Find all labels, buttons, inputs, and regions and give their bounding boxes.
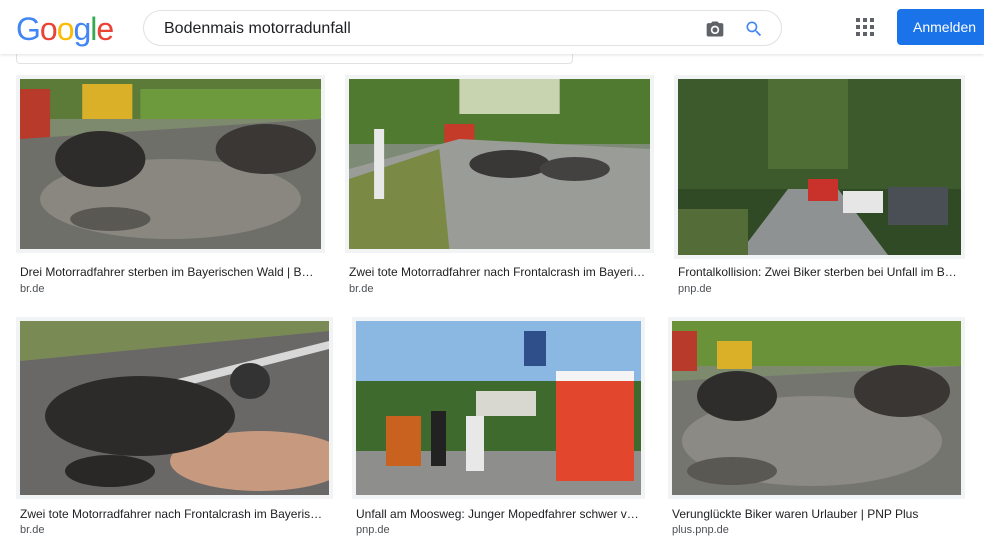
- logo-letter: o: [39, 11, 58, 47]
- result-title[interactable]: Drei Motorradfahrer sterben im Bayerisch…: [20, 265, 322, 279]
- result-thumbnail[interactable]: [352, 317, 645, 499]
- result-domain: br.de: [20, 524, 45, 536]
- result-thumbnail[interactable]: [345, 75, 654, 253]
- result-title[interactable]: Frontalkollision: Zwei Biker sterben bei…: [678, 265, 960, 279]
- result-title[interactable]: Unfall am Moosweg: Junger Mopedfahrer sc…: [356, 507, 641, 521]
- result-domain: plus.pnp.de: [672, 524, 729, 536]
- result-thumbnail[interactable]: [16, 75, 325, 253]
- image-result[interactable]: Unfall am Moosweg: Junger Mopedfahrer sc…: [352, 317, 647, 542]
- image-result[interactable]: Verunglückte Biker waren Urlauber | PNP …: [668, 317, 966, 542]
- result-thumbnail[interactable]: [16, 317, 333, 499]
- logo-letter: o: [56, 11, 75, 47]
- google-logo[interactable]: Google: [16, 11, 114, 47]
- result-domain: br.de: [349, 283, 374, 295]
- result-domain: pnp.de: [356, 524, 390, 536]
- result-title[interactable]: Verunglückte Biker waren Urlauber | PNP …: [672, 507, 962, 521]
- search-icon[interactable]: [744, 19, 764, 39]
- image-result[interactable]: Drei Motorradfahrer sterben im Bayerisch…: [16, 75, 326, 300]
- logo-letter: e: [96, 11, 114, 47]
- result-title[interactable]: Zwei tote Motorradfahrer nach Frontalcra…: [20, 507, 326, 521]
- apps-grid-icon[interactable]: [856, 18, 874, 36]
- result-title[interactable]: Zwei tote Motorradfahrer nach Frontalcra…: [349, 265, 651, 279]
- logo-letter: G: [16, 11, 41, 47]
- camera-icon[interactable]: [705, 19, 725, 39]
- search-input[interactable]: Bodenmais motorradunfall: [164, 20, 351, 38]
- search-box[interactable]: Bodenmais motorradunfall: [143, 10, 782, 46]
- image-result[interactable]: Zwei tote Motorradfahrer nach Frontalcra…: [345, 75, 655, 300]
- result-thumbnail[interactable]: [668, 317, 965, 499]
- header: Google Bodenmais motorradunfall Anmelden: [0, 0, 984, 54]
- result-domain: pnp.de: [678, 283, 712, 295]
- filter-strip: [16, 54, 573, 64]
- logo-letter: g: [73, 11, 91, 47]
- image-result[interactable]: Frontalkollision: Zwei Biker sterben bei…: [674, 75, 968, 300]
- result-thumbnail[interactable]: [674, 75, 965, 259]
- image-result[interactable]: Zwei tote Motorradfahrer nach Frontalcra…: [16, 317, 334, 542]
- signin-button[interactable]: Anmelden: [897, 9, 984, 45]
- result-domain: br.de: [20, 283, 45, 295]
